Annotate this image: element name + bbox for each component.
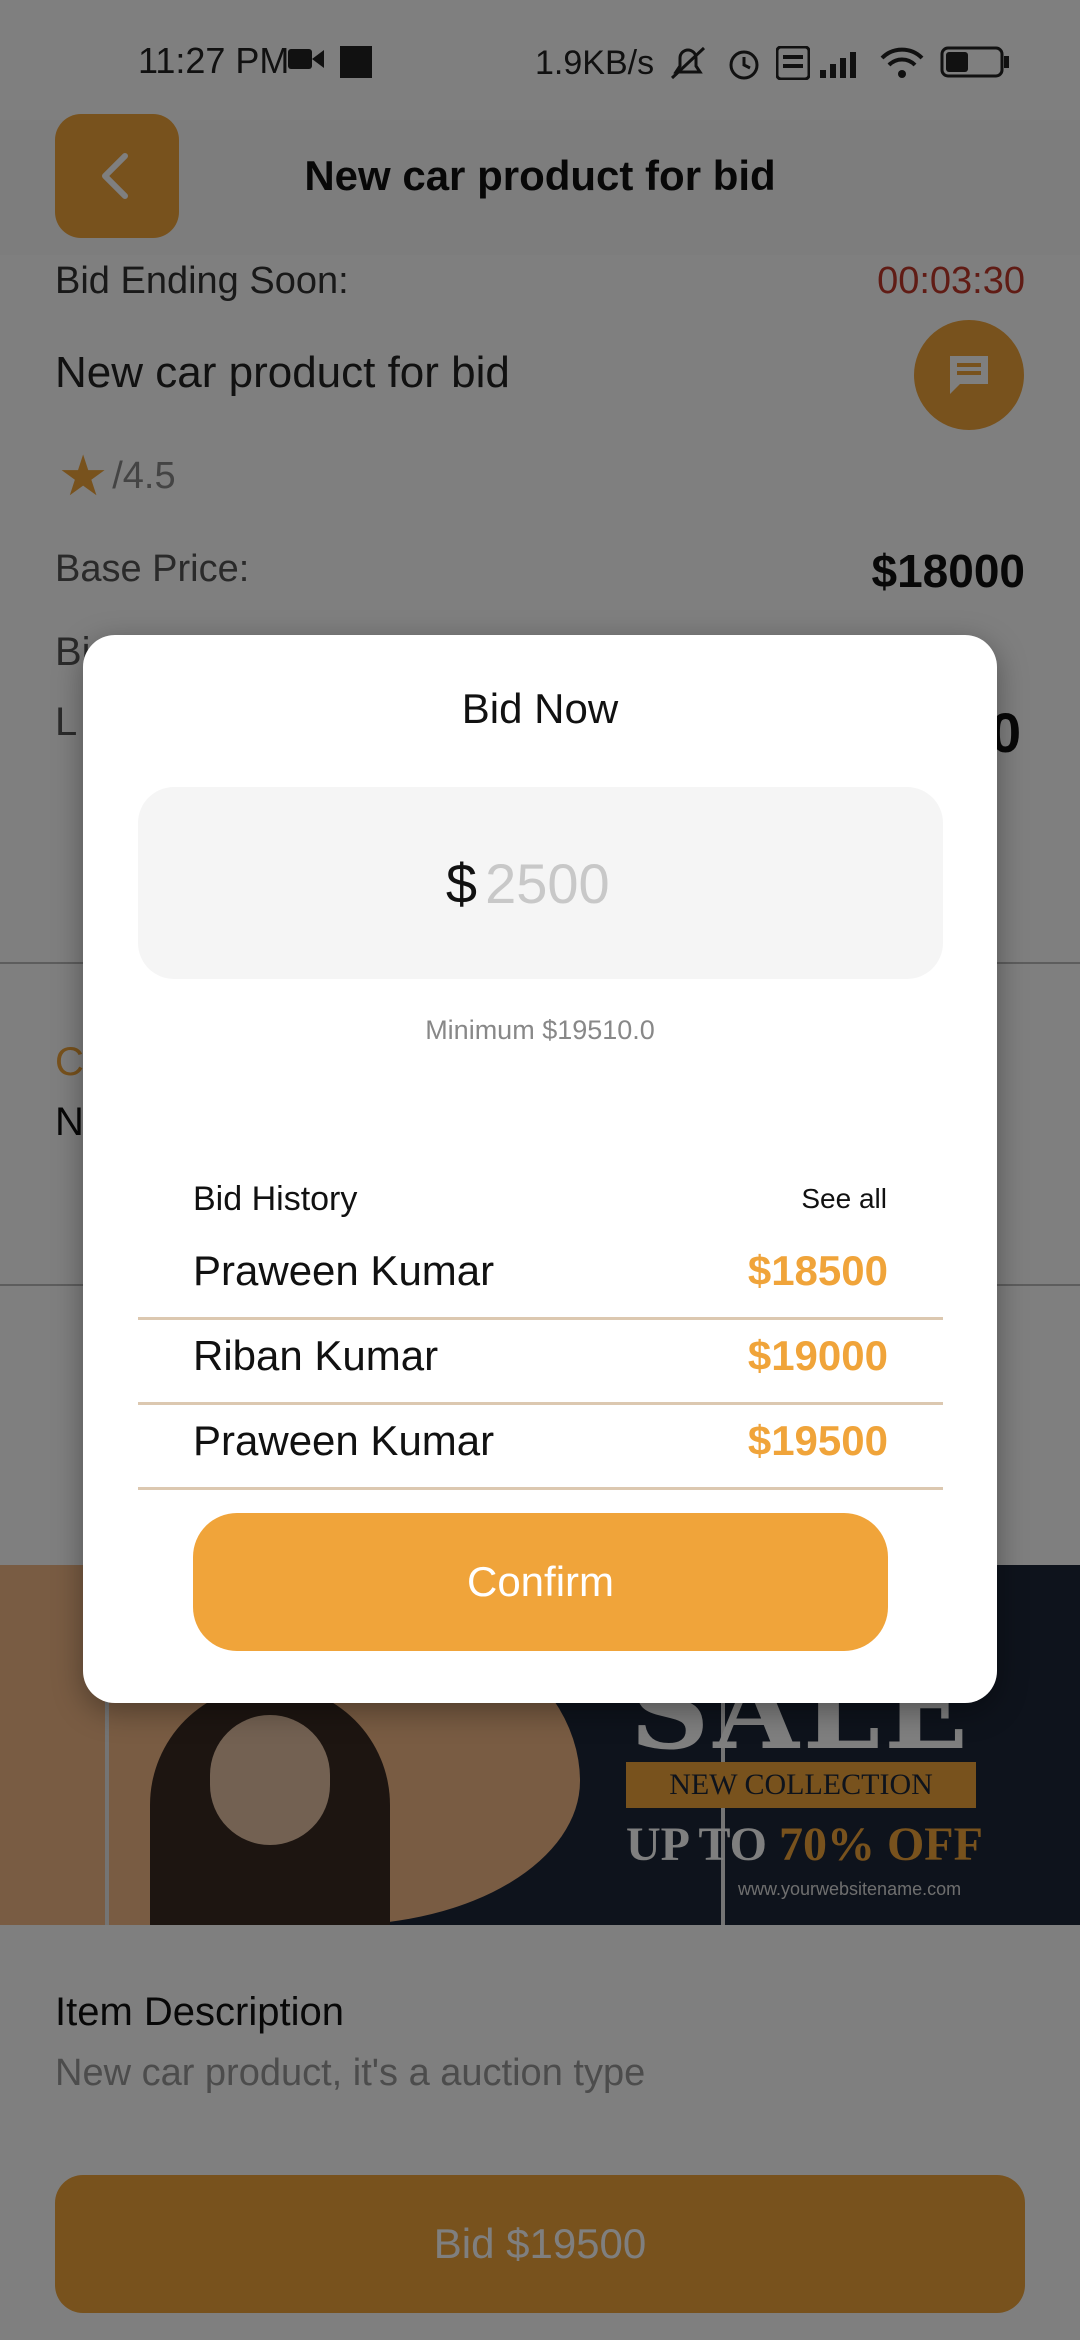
bid-amount-input[interactable] (485, 850, 636, 916)
bid-amount: $19000 (747, 1332, 888, 1379)
history-row: Praween Kumar $19500 (138, 1405, 943, 1490)
minimum-bid-text: Minimum $19510.0 (425, 1015, 655, 1045)
see-all-link[interactable]: See all (801, 1183, 887, 1215)
history-row: Praween Kumar $18500 (138, 1235, 943, 1320)
currency-symbol: $ (445, 851, 478, 915)
confirm-button[interactable]: Confirm (193, 1513, 888, 1651)
bid-amount-field[interactable]: $ (138, 787, 943, 979)
bid-amount: $18500 (747, 1247, 888, 1294)
bid-now-dialog: Bid Now $ Minimum $19510.0 Bid History S… (83, 635, 997, 1703)
bidder-name: Praween Kumar (193, 1247, 495, 1294)
bidder-name: Riban Kumar (193, 1332, 439, 1379)
history-row: Riban Kumar $19000 (138, 1320, 943, 1405)
dialog-title: Bid Now (461, 685, 619, 732)
bid-history-title: Bid History (193, 1180, 358, 1218)
bidder-name: Praween Kumar (193, 1417, 495, 1464)
bid-amount: $19500 (747, 1417, 888, 1464)
